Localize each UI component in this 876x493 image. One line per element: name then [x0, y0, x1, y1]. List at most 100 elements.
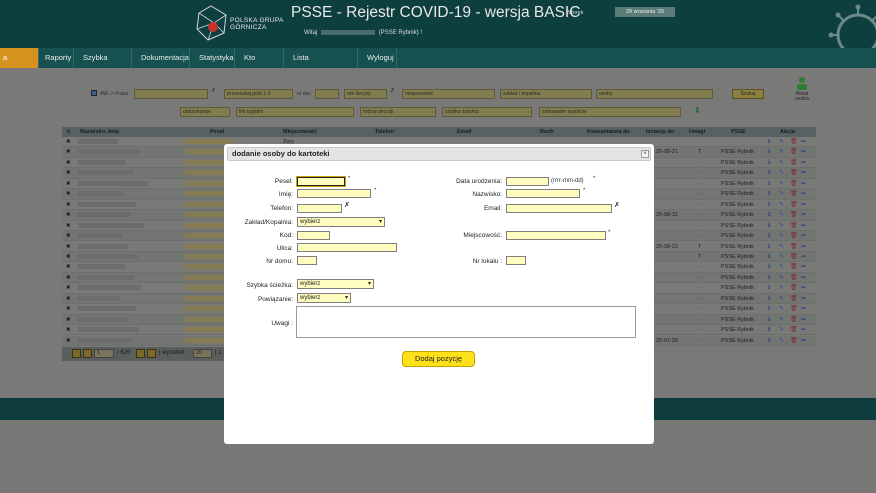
row-delete-icon[interactable]: ✖ — [66, 273, 71, 283]
info-icon[interactable]: ℹ — [768, 304, 770, 314]
th-notes[interactable]: Uwagi — [689, 127, 705, 137]
info-icon[interactable]: ℹ — [768, 221, 770, 231]
share-icon[interactable]: ➦ — [801, 283, 806, 293]
row-delete-icon[interactable]: ✖ — [66, 336, 71, 346]
close-icon[interactable]: × — [641, 150, 649, 158]
share-icon[interactable]: ➦ — [801, 262, 806, 272]
phrase-input[interactable] — [134, 89, 208, 99]
share-icon[interactable]: ➦ — [801, 252, 806, 262]
prev-page-button[interactable] — [83, 349, 92, 358]
row-delete-icon[interactable]: ✖ — [66, 252, 71, 262]
info-icon[interactable]: ℹ — [768, 231, 770, 241]
house-number-input[interactable] — [297, 256, 317, 265]
edit-icon[interactable]: ✎ — [779, 231, 784, 241]
share-icon[interactable]: ➦ — [801, 336, 806, 346]
add-person-button[interactable]: Nowa osoba — [790, 76, 814, 102]
city-input[interactable] — [506, 231, 606, 240]
delete-icon[interactable]: 🗑 — [790, 242, 798, 252]
row-delete-icon[interactable]: ✖ — [66, 221, 71, 231]
row-delete-icon[interactable]: ✖ — [66, 158, 71, 168]
th-movement[interactable]: Ruch — [540, 127, 554, 137]
info-icon[interactable]: ℹ — [768, 262, 770, 272]
last-page-button[interactable] — [147, 349, 156, 358]
row-delete-icon[interactable]: ✖ — [66, 294, 71, 304]
row-delete-icon[interactable]: ✖ — [66, 315, 71, 325]
delete-icon[interactable]: 🗑 — [790, 325, 798, 335]
info-icon[interactable]: ℹ — [768, 325, 770, 335]
info-icon[interactable]: ℹ — [768, 179, 770, 189]
share-icon[interactable]: ➦ — [801, 189, 806, 199]
share-icon[interactable]: ➦ — [801, 158, 806, 168]
row-delete-icon[interactable]: ✖ — [66, 262, 71, 272]
download-icon[interactable]: ⬇ — [694, 106, 701, 115]
next-page-button[interactable] — [136, 349, 145, 358]
delete-icon[interactable]: 🗑 — [790, 283, 798, 293]
notes-textarea[interactable] — [296, 306, 636, 338]
plant-select-modal[interactable]: wybierz — [297, 217, 385, 227]
row-delete-icon[interactable]: ✖ — [66, 242, 71, 252]
share-icon[interactable]: ➦ — [801, 179, 806, 189]
info-icon[interactable]: ℹ — [768, 294, 770, 304]
nav-wyloguj[interactable]: Wyloguj — [364, 48, 397, 68]
th-email[interactable]: Email — [457, 127, 472, 137]
share-icon[interactable]: ➦ — [801, 273, 806, 283]
edit-icon[interactable]: ✎ — [779, 210, 784, 220]
delete-icon[interactable]: 🗑 — [790, 179, 798, 189]
clear-phone-icon[interactable]: ✗ — [344, 201, 350, 209]
weeks-filter-select[interactable]: filtr tygodni — [236, 107, 354, 117]
nav-szybka-pomoc[interactable]: Szybka Pomoc — [80, 48, 132, 82]
info-icon[interactable]: ℹ — [768, 242, 770, 252]
edit-icon[interactable]: ✎ — [779, 137, 784, 147]
edit-icon[interactable]: ✎ — [779, 325, 784, 335]
edit-icon[interactable]: ✎ — [779, 179, 784, 189]
fast-path-select-modal[interactable]: wybierz — [297, 279, 374, 289]
decision-type-select[interactable]: rodzaj decyzji — [360, 107, 436, 117]
search-fields-select[interactable]: przeszukaj pola 1-3 — [224, 89, 293, 99]
delete-icon[interactable]: 🗑 — [790, 336, 798, 346]
edit-icon[interactable]: ✎ — [779, 315, 784, 325]
info-icon[interactable]: ℹ — [768, 315, 770, 325]
row-delete-icon[interactable]: ✖ — [66, 137, 71, 147]
edit-icon[interactable]: ✎ — [779, 294, 784, 304]
delete-icon[interactable]: 🗑 — [790, 210, 798, 220]
th-isolation[interactable]: Izolacja do — [646, 127, 674, 137]
info-icon[interactable]: ℹ — [768, 283, 770, 293]
info-icon[interactable]: ℹ — [768, 137, 770, 147]
first-name-input[interactable] — [297, 189, 371, 198]
edit-icon[interactable]: ✎ — [779, 189, 784, 199]
row-delete-icon[interactable]: ✖ — [66, 168, 71, 178]
edit-icon[interactable]: ✎ — [779, 273, 784, 283]
city-select[interactable]: miejscowość — [402, 89, 495, 99]
row-delete-icon[interactable]: ✖ — [66, 304, 71, 314]
edit-icon[interactable]: ✎ — [779, 158, 784, 168]
delete-icon[interactable]: 🗑 — [790, 262, 798, 272]
row-delete-icon[interactable]: ✖ — [66, 210, 71, 220]
clear-phrase-icon[interactable]: ✗ — [211, 87, 216, 94]
edit-icon[interactable]: ✎ — [779, 304, 784, 314]
share-icon[interactable]: ➦ — [801, 325, 806, 335]
delete-icon[interactable]: 🗑 — [790, 147, 798, 157]
th-name[interactable]: Nazwisko, Imię — [80, 127, 119, 137]
per-page-select[interactable]: 20 — [193, 349, 212, 358]
edit-icon[interactable]: ✎ — [779, 242, 784, 252]
th-quarantine[interactable]: Kwarantanna do — [587, 127, 630, 137]
row-delete-icon[interactable]: ✖ — [66, 231, 71, 241]
info-icon[interactable]: ℹ — [768, 210, 770, 220]
year-select[interactable]: rok decyzji — [344, 89, 387, 99]
row-delete-icon[interactable]: ✖ — [66, 189, 71, 199]
info-icon[interactable]: ℹ — [768, 200, 770, 210]
info-icon[interactable]: ℹ — [768, 158, 770, 168]
th-psse[interactable]: PSSE — [731, 127, 746, 137]
delete-icon[interactable]: 🗑 — [790, 231, 798, 241]
info-icon[interactable]: ℹ — [768, 189, 770, 199]
nav-statystyka[interactable]: Statystyka — [196, 48, 235, 68]
relation-select[interactable]: wybierz — [297, 293, 351, 303]
delete-icon[interactable]: 🗑 — [790, 315, 798, 325]
delete-icon[interactable]: 🗑 — [790, 158, 798, 168]
select-all-icon[interactable]: ☆ — [66, 127, 71, 137]
info-icon[interactable]: ℹ — [768, 147, 770, 157]
pesel-input[interactable] — [297, 177, 345, 186]
row-delete-icon[interactable]: ✖ — [66, 179, 71, 189]
share-icon[interactable]: ➦ — [801, 200, 806, 210]
nav-lista-uzytkownikow[interactable]: Lista użytkowników — [290, 48, 358, 82]
